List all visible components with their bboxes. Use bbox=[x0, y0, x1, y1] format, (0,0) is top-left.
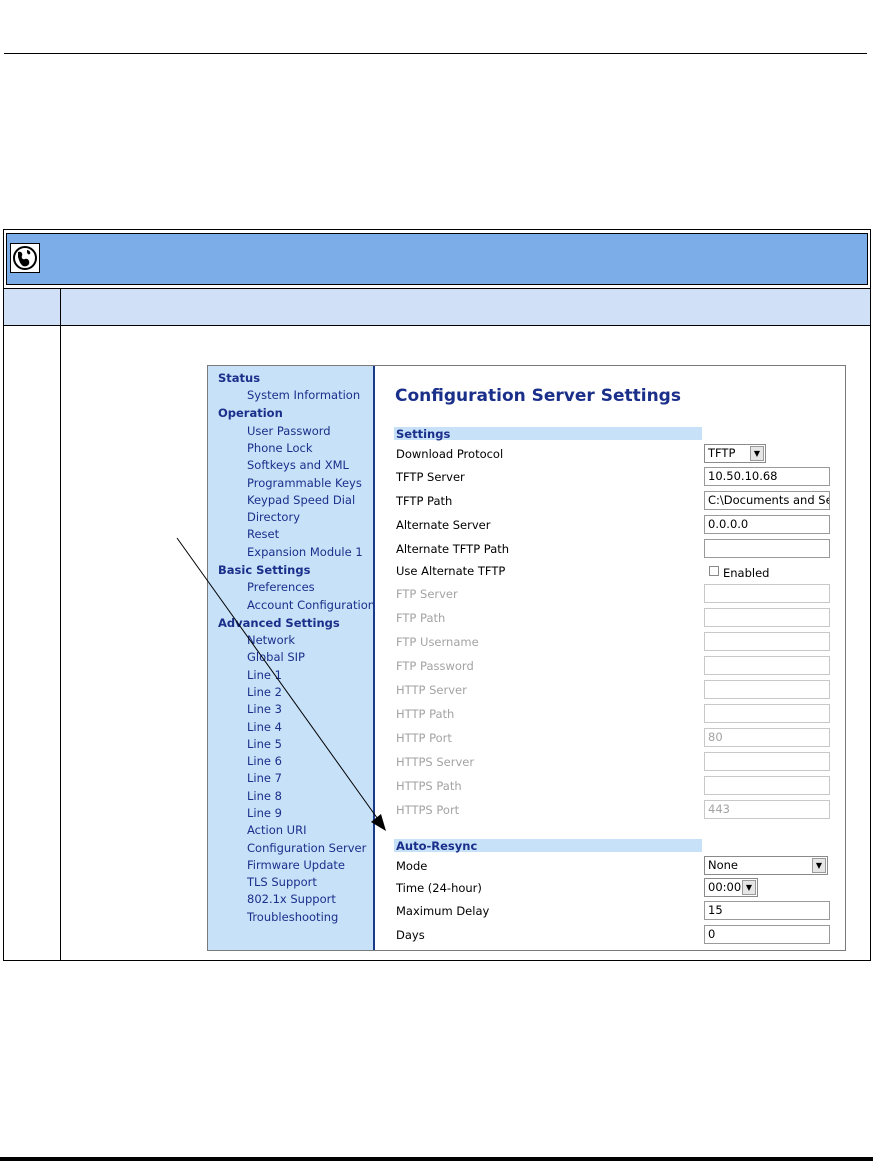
alternate-server-input[interactable]: 0.0.0.0 bbox=[704, 515, 830, 534]
time-label: Time (24-hour) bbox=[396, 881, 482, 895]
page-title: Configuration Server Settings bbox=[395, 386, 681, 406]
download-protocol-value: TFTP bbox=[708, 446, 736, 460]
https-port-input[interactable]: 443 bbox=[704, 800, 830, 819]
ftp-username-input[interactable] bbox=[704, 632, 830, 651]
procedure-banner bbox=[6, 233, 868, 285]
sidebar-item-line-4[interactable]: Line 4 bbox=[247, 720, 282, 734]
sidebar-item-keypad-speed-dial[interactable]: Keypad Speed Dial bbox=[247, 493, 355, 507]
http-path-input[interactable] bbox=[704, 704, 830, 723]
sidebar-item-action-uri[interactable]: Action URI bbox=[247, 823, 306, 837]
sidebar-item-line-2[interactable]: Line 2 bbox=[247, 685, 282, 699]
sidebar-item-expansion-module-1[interactable]: Expansion Module 1 bbox=[247, 545, 363, 559]
download-protocol-select[interactable]: TFTP ▼ bbox=[704, 444, 766, 463]
maximum-delay-input[interactable]: 15 bbox=[704, 901, 830, 920]
bottom-rule bbox=[0, 1157, 873, 1161]
sidebar-item-reset[interactable]: Reset bbox=[247, 527, 279, 541]
sidebar-item-firmware-update[interactable]: Firmware Update bbox=[247, 858, 345, 872]
table-header-row bbox=[4, 288, 870, 326]
https-path-input[interactable] bbox=[704, 776, 830, 795]
time-value: 00:00 bbox=[708, 880, 742, 894]
http-path-label: HTTP Path bbox=[396, 707, 455, 721]
sidebar-item-line-6[interactable]: Line 6 bbox=[247, 754, 282, 768]
http-port-label: HTTP Port bbox=[396, 731, 452, 745]
globe-phone-icon bbox=[10, 243, 40, 273]
sidebar-item-8021x-support[interactable]: 802.1x Support bbox=[247, 892, 336, 906]
sidebar-item-troubleshooting[interactable]: Troubleshooting bbox=[247, 910, 338, 924]
sidebar-item-preferences[interactable]: Preferences bbox=[247, 580, 315, 594]
days-input[interactable]: 0 bbox=[704, 925, 830, 944]
chevron-down-icon: ▼ bbox=[750, 446, 764, 461]
use-alternate-tftp-checkbox[interactable] bbox=[709, 566, 719, 576]
sidebar-item-account-configuration[interactable]: Account Configuration bbox=[247, 598, 375, 612]
sidebar-item-directory[interactable]: Directory bbox=[247, 510, 300, 524]
sidebar-item-phone-lock[interactable]: Phone Lock bbox=[247, 441, 313, 455]
sidebar-item-softkeys-xml[interactable]: Softkeys and XML bbox=[247, 458, 349, 472]
top-rule bbox=[4, 53, 867, 54]
sidebar-item-line-5[interactable]: Line 5 bbox=[247, 737, 282, 751]
https-path-label: HTTPS Path bbox=[396, 779, 462, 793]
https-server-input[interactable] bbox=[704, 752, 830, 771]
https-server-label: HTTPS Server bbox=[396, 755, 475, 769]
ftp-server-input[interactable] bbox=[704, 584, 830, 603]
settings-section-label: Settings bbox=[396, 427, 451, 441]
http-server-input[interactable] bbox=[704, 680, 830, 699]
column-divider bbox=[60, 288, 61, 960]
ftp-password-label: FTP Password bbox=[396, 659, 474, 673]
alternate-server-label: Alternate Server bbox=[396, 518, 491, 532]
tftp-server-input[interactable]: 10.50.10.68 bbox=[704, 467, 830, 486]
chevron-down-icon: ▼ bbox=[812, 858, 826, 873]
time-select[interactable]: 00:00 ▼ bbox=[704, 878, 758, 897]
sidebar-item-network[interactable]: Network bbox=[247, 633, 295, 647]
ftp-username-label: FTP Username bbox=[396, 635, 479, 649]
sidebar-item-line-9[interactable]: Line 9 bbox=[247, 806, 282, 820]
nav-heading-operation[interactable]: Operation bbox=[218, 406, 283, 420]
nav-heading-advanced-settings[interactable]: Advanced Settings bbox=[218, 616, 340, 630]
tftp-server-label: TFTP Server bbox=[396, 470, 465, 484]
http-port-input[interactable]: 80 bbox=[704, 728, 830, 747]
sidebar-item-programmable-keys[interactable]: Programmable Keys bbox=[247, 476, 362, 490]
mode-select[interactable]: None ▼ bbox=[704, 856, 828, 875]
alternate-tftp-path-label: Alternate TFTP Path bbox=[396, 542, 510, 556]
autoresync-section-label: Auto-Resync bbox=[396, 839, 478, 853]
nav-heading-status[interactable]: Status bbox=[218, 371, 260, 385]
sidebar-item-line-8[interactable]: Line 8 bbox=[247, 789, 282, 803]
maximum-delay-label: Maximum Delay bbox=[396, 904, 490, 918]
sidebar-item-line-7[interactable]: Line 7 bbox=[247, 771, 282, 785]
sidebar-item-system-information[interactable]: System Information bbox=[247, 388, 360, 402]
download-protocol-label: Download Protocol bbox=[396, 447, 504, 461]
use-alternate-tftp-label: Use Alternate TFTP bbox=[396, 564, 506, 578]
enabled-checkbox-label[interactable]: Enabled bbox=[723, 566, 769, 580]
https-port-label: HTTPS Port bbox=[396, 803, 460, 817]
sidebar-item-line-3[interactable]: Line 3 bbox=[247, 702, 282, 716]
mode-value: None bbox=[708, 858, 739, 872]
http-server-label: HTTP Server bbox=[396, 683, 467, 697]
sidebar-item-configuration-server[interactable]: Configuration Server bbox=[247, 841, 366, 855]
tftp-path-label: TFTP Path bbox=[396, 494, 453, 508]
sidebar-item-user-password[interactable]: User Password bbox=[247, 424, 331, 438]
sidebar-item-line-1[interactable]: Line 1 bbox=[247, 668, 282, 682]
ftp-path-label: FTP Path bbox=[396, 611, 446, 625]
days-label: Days bbox=[396, 928, 425, 942]
mode-label: Mode bbox=[396, 859, 428, 873]
chevron-down-icon: ▼ bbox=[742, 880, 756, 895]
sidebar-divider bbox=[373, 366, 375, 950]
ftp-path-input[interactable] bbox=[704, 608, 830, 627]
alternate-tftp-path-input[interactable] bbox=[704, 539, 830, 558]
sidebar-item-global-sip[interactable]: Global SIP bbox=[247, 650, 305, 664]
nav-heading-basic-settings[interactable]: Basic Settings bbox=[218, 563, 310, 577]
ftp-password-input[interactable] bbox=[704, 656, 830, 675]
tftp-path-input[interactable]: C:\Documents and Sett bbox=[704, 491, 830, 510]
ftp-server-label: FTP Server bbox=[396, 587, 458, 601]
sidebar-item-tls-support[interactable]: TLS Support bbox=[247, 875, 317, 889]
